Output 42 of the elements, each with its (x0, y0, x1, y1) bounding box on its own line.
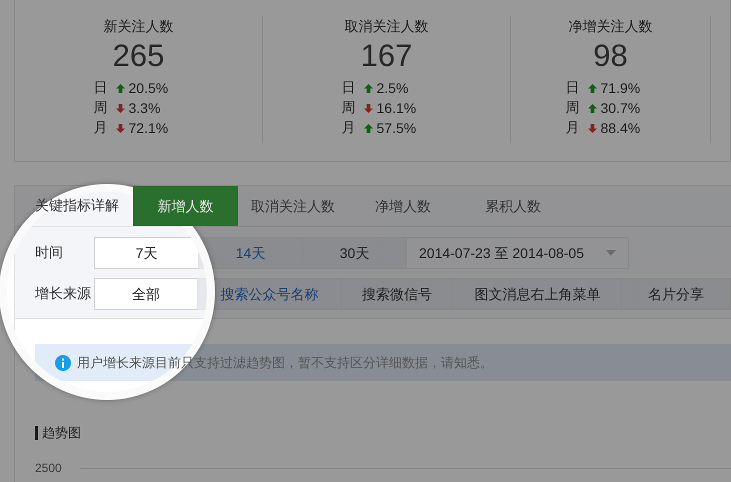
stat-value: 98 (593, 37, 628, 75)
caret-icon (606, 250, 616, 256)
filter-label: 时间 (35, 244, 64, 262)
date-range-dropdown[interactable]: 2014-07-23 至 2014-08-05 (406, 237, 630, 269)
tab[interactable]: 累积人数 (458, 186, 568, 226)
filter-label: 增长来源 (35, 285, 92, 303)
stat-value: 265 (112, 37, 164, 75)
period-label: 日 (94, 79, 108, 97)
change-percent: 20.5% (128, 80, 168, 96)
info-icon (55, 354, 71, 370)
stat-label: 取消关注人数 (344, 17, 428, 36)
stat-label: 净增关注人数 (568, 17, 652, 36)
stat-value: 167 (360, 37, 412, 75)
period-label: 周 (566, 99, 580, 117)
tab[interactable]: 新增人数 (133, 186, 238, 226)
change-percent: 2.5% (376, 80, 408, 96)
period-label: 周 (342, 99, 356, 117)
change-percent: 88.4% (600, 120, 640, 136)
change-percent: 57.5% (376, 120, 416, 136)
change-percent: 72.1% (128, 120, 168, 136)
change-percent: 30.7% (600, 100, 640, 116)
filter-option[interactable]: 30天 (302, 237, 407, 269)
stat-label: 新关注人数 (104, 17, 174, 36)
tab[interactable]: 净增人数 (348, 186, 458, 226)
filter-option[interactable]: 图文消息右上角菜单 (452, 278, 622, 310)
period-label: 日 (566, 79, 580, 97)
period-label: 月 (342, 119, 356, 137)
period-label: 周 (94, 99, 108, 117)
filter-option[interactable]: 7天 (94, 237, 199, 269)
filter-option[interactable]: 名片分享 (621, 278, 731, 310)
period-label: 日 (342, 79, 356, 97)
filter-option[interactable]: 搜索微信号 (340, 278, 454, 310)
change-percent: 3.3% (128, 100, 160, 116)
change-percent: 16.1% (376, 100, 416, 116)
filter-option[interactable]: 14天 (198, 237, 303, 269)
filter-option[interactable]: 全部 (94, 278, 198, 310)
period-label: 月 (94, 119, 108, 137)
filter-option[interactable]: 搜索公众号名称 (197, 278, 342, 310)
y-axis-label: 2500 (35, 461, 63, 475)
change-percent: 71.9% (600, 80, 640, 96)
tab[interactable]: 取消关注人数 (238, 186, 348, 226)
period-label: 月 (566, 119, 580, 137)
